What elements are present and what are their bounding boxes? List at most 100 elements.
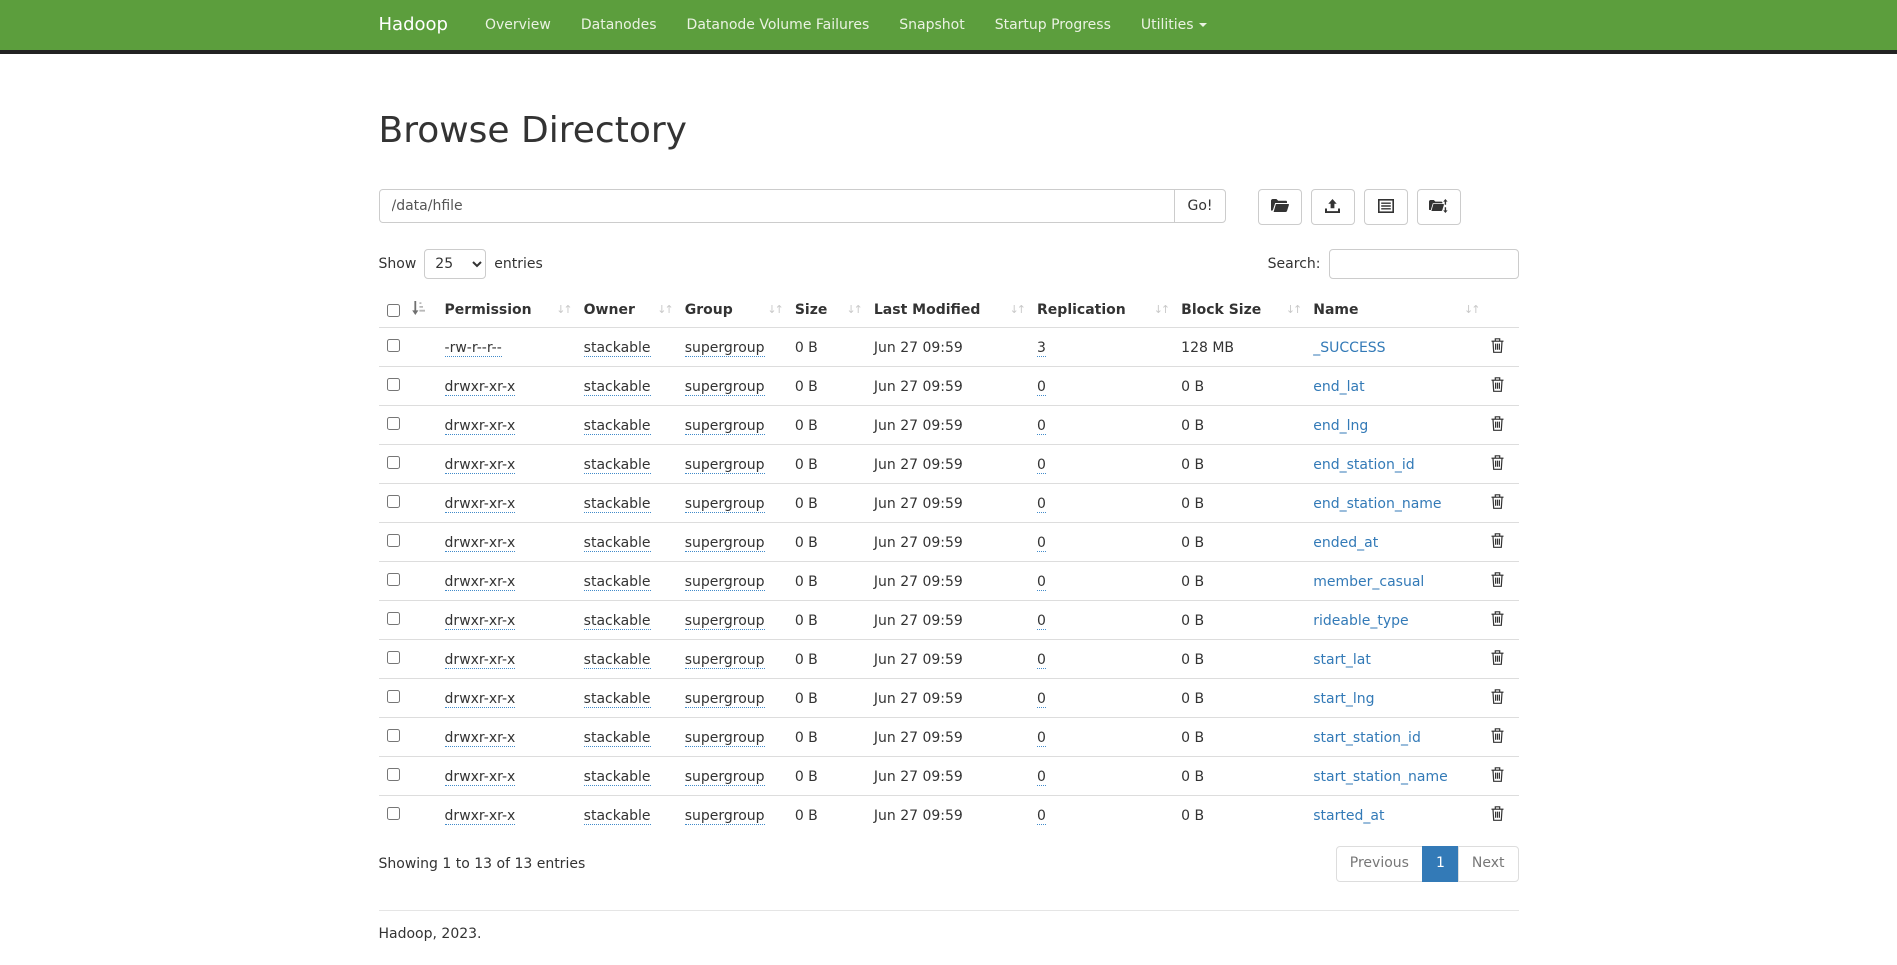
permission-value[interactable]: drwxr-xr-x — [445, 808, 516, 825]
file-name-link[interactable]: start_lat — [1313, 652, 1371, 668]
row-checkbox[interactable] — [387, 612, 400, 625]
replication-value[interactable]: 0 — [1037, 730, 1046, 747]
owner-value[interactable]: stackable — [584, 808, 651, 825]
permission-value[interactable]: -rw-r--r-- — [445, 340, 502, 357]
replication-value[interactable]: 0 — [1037, 808, 1046, 825]
replication-value[interactable]: 0 — [1037, 496, 1046, 513]
pagination-next[interactable]: Next — [1458, 846, 1519, 882]
permission-value[interactable]: drwxr-xr-x — [445, 535, 516, 552]
permission-value[interactable]: drwxr-xr-x — [445, 496, 516, 513]
group-value[interactable]: supergroup — [685, 808, 765, 825]
go-button[interactable]: Go! — [1174, 189, 1225, 223]
column-header-owner[interactable]: Owner↓↑ — [576, 293, 677, 328]
nav-item-snapshot[interactable]: Snapshot — [884, 0, 979, 50]
nav-item-utilities[interactable]: Utilities — [1126, 0, 1222, 50]
group-value[interactable]: supergroup — [685, 691, 765, 708]
file-name-link[interactable]: end_station_name — [1313, 496, 1441, 512]
replication-value[interactable]: 0 — [1037, 652, 1046, 669]
select-all-checkbox[interactable] — [387, 304, 400, 317]
replication-value[interactable]: 0 — [1037, 691, 1046, 708]
group-value[interactable]: supergroup — [685, 457, 765, 474]
group-value[interactable]: supergroup — [685, 379, 765, 396]
replication-value[interactable]: 3 — [1037, 340, 1046, 357]
owner-value[interactable]: stackable — [584, 340, 651, 357]
permission-value[interactable]: drwxr-xr-x — [445, 730, 516, 747]
row-checkbox[interactable] — [387, 378, 400, 391]
group-value[interactable]: supergroup — [685, 574, 765, 591]
trash-icon[interactable] — [1491, 416, 1504, 435]
permission-value[interactable]: drwxr-xr-x — [445, 457, 516, 474]
upload-file-button[interactable] — [1311, 189, 1355, 225]
row-checkbox[interactable] — [387, 534, 400, 547]
permission-value[interactable]: drwxr-xr-x — [445, 652, 516, 669]
group-value[interactable]: supergroup — [685, 613, 765, 630]
column-header-group[interactable]: Group↓↑ — [677, 293, 787, 328]
file-name-link[interactable]: _SUCCESS — [1313, 340, 1385, 356]
page-size-select[interactable]: 25 — [424, 249, 486, 279]
row-checkbox[interactable] — [387, 417, 400, 430]
group-value[interactable]: supergroup — [685, 652, 765, 669]
permission-value[interactable]: drwxr-xr-x — [445, 379, 516, 396]
owner-value[interactable]: stackable — [584, 418, 651, 435]
column-header-size[interactable]: Size↓↑ — [787, 293, 866, 328]
row-checkbox[interactable] — [387, 768, 400, 781]
file-name-link[interactable]: end_station_id — [1313, 457, 1414, 473]
replication-value[interactable]: 0 — [1037, 418, 1046, 435]
row-checkbox[interactable] — [387, 690, 400, 703]
trash-icon[interactable] — [1491, 728, 1504, 747]
trash-icon[interactable] — [1491, 806, 1504, 825]
nav-item-datanodes[interactable]: Datanodes — [566, 0, 672, 50]
file-name-link[interactable]: end_lat — [1313, 379, 1364, 395]
group-value[interactable]: supergroup — [685, 730, 765, 747]
search-input[interactable] — [1329, 249, 1519, 279]
select-all-header[interactable] — [379, 293, 437, 328]
file-name-link[interactable]: start_station_id — [1313, 730, 1421, 746]
owner-value[interactable]: stackable — [584, 574, 651, 591]
replication-value[interactable]: 0 — [1037, 457, 1046, 474]
owner-value[interactable]: stackable — [584, 730, 651, 747]
brand-hadoop[interactable]: Hadoop — [379, 0, 448, 50]
row-checkbox[interactable] — [387, 651, 400, 664]
permission-value[interactable]: drwxr-xr-x — [445, 418, 516, 435]
owner-value[interactable]: stackable — [584, 691, 651, 708]
trash-icon[interactable] — [1491, 689, 1504, 708]
column-header-replication[interactable]: Replication↓↑ — [1029, 293, 1173, 328]
trash-icon[interactable] — [1491, 455, 1504, 474]
permission-value[interactable]: drwxr-xr-x — [445, 691, 516, 708]
pagination-page-1[interactable]: 1 — [1422, 846, 1459, 882]
row-checkbox[interactable] — [387, 807, 400, 820]
trash-icon[interactable] — [1491, 377, 1504, 396]
group-value[interactable]: supergroup — [685, 418, 765, 435]
permission-value[interactable]: drwxr-xr-x — [445, 613, 516, 630]
trash-icon[interactable] — [1491, 572, 1504, 591]
group-value[interactable]: supergroup — [685, 496, 765, 513]
permission-value[interactable]: drwxr-xr-x — [445, 574, 516, 591]
owner-value[interactable]: stackable — [584, 652, 651, 669]
owner-value[interactable]: stackable — [584, 535, 651, 552]
nav-item-startup-progress[interactable]: Startup Progress — [980, 0, 1126, 50]
owner-value[interactable]: stackable — [584, 457, 651, 474]
trash-icon[interactable] — [1491, 650, 1504, 669]
trash-icon[interactable] — [1491, 533, 1504, 552]
directory-path-input[interactable] — [379, 189, 1176, 223]
replication-value[interactable]: 0 — [1037, 379, 1046, 396]
owner-value[interactable]: stackable — [584, 613, 651, 630]
column-header-block-size[interactable]: Block Size↓↑ — [1173, 293, 1305, 328]
replication-value[interactable]: 0 — [1037, 535, 1046, 552]
group-value[interactable]: supergroup — [685, 340, 765, 357]
owner-value[interactable]: stackable — [584, 379, 651, 396]
nav-item-overview[interactable]: Overview — [470, 0, 566, 50]
trash-icon[interactable] — [1491, 494, 1504, 513]
permission-value[interactable]: drwxr-xr-x — [445, 769, 516, 786]
row-checkbox[interactable] — [387, 456, 400, 469]
move-paste-button[interactable] — [1417, 189, 1461, 225]
column-header-last-modified[interactable]: Last Modified↓↑ — [866, 293, 1029, 328]
replication-value[interactable]: 0 — [1037, 769, 1046, 786]
file-name-link[interactable]: end_lng — [1313, 418, 1368, 434]
row-checkbox[interactable] — [387, 729, 400, 742]
row-checkbox[interactable] — [387, 495, 400, 508]
column-header-name[interactable]: Name↓↑ — [1305, 293, 1483, 328]
group-value[interactable]: supergroup — [685, 769, 765, 786]
row-checkbox[interactable] — [387, 573, 400, 586]
file-name-link[interactable]: rideable_type — [1313, 613, 1408, 629]
